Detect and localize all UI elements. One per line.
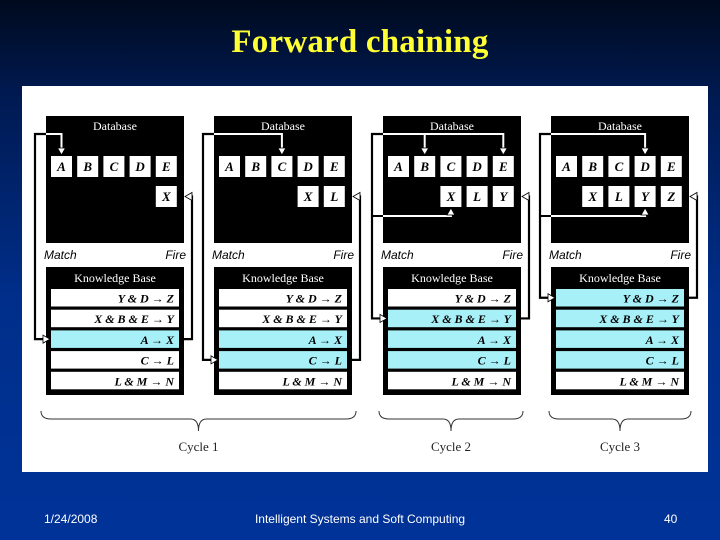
fact-label: D xyxy=(639,159,650,174)
database-label: Database xyxy=(93,119,137,133)
panel-3: Database A B C D E X L Y Match Fire Knowledge Base Y… xyxy=(370,116,531,395)
fire-path xyxy=(352,195,362,361)
diagram-canvas: DatabaseA B C D EXMatch FireKnowledge BaseY &… xyxy=(33,116,699,454)
fire-arrow-icon xyxy=(521,191,530,202)
fact-label: E xyxy=(498,159,508,174)
slide-number: 40 xyxy=(664,512,678,526)
fact-label: C xyxy=(110,159,119,174)
database-label: Database xyxy=(598,119,642,133)
fire-path xyxy=(184,195,194,341)
rule-text: L & M → N xyxy=(618,374,680,388)
fact-label: A xyxy=(224,159,234,174)
fact-label: A xyxy=(56,159,66,174)
rule-text: X & B & E → Y xyxy=(598,312,680,326)
rule-text: A → X xyxy=(308,333,343,347)
rule-text: C → L xyxy=(478,354,511,368)
fire-label: Fire xyxy=(165,248,186,262)
knowledge-base-label: Knowledge Base xyxy=(411,271,493,285)
database-label: Database xyxy=(430,119,474,133)
fact-label: X xyxy=(303,189,313,204)
footer-course-title: Intelligent Systems and Soft Computing xyxy=(254,512,466,526)
match-label: Match xyxy=(381,248,414,262)
match-path xyxy=(201,132,214,361)
fact-label: Y xyxy=(641,189,650,204)
fire-label: Fire xyxy=(670,248,691,262)
fact-label: A xyxy=(561,159,571,174)
fact-label: C xyxy=(615,159,624,174)
fact-label: B xyxy=(587,159,597,174)
rule-text: X & B & E → Y xyxy=(430,312,512,326)
knowledge-base-label: Knowledge Base xyxy=(579,271,661,285)
match-label: Match xyxy=(549,248,582,262)
rule-text: L & M → N xyxy=(281,374,343,388)
fact-label: D xyxy=(134,159,145,174)
cycle-label: Cycle 2 xyxy=(431,439,471,454)
match-path xyxy=(33,132,46,341)
rule-text: C → L xyxy=(309,354,342,368)
rule-text: X & B & E → Y xyxy=(261,312,343,326)
fact-label: A xyxy=(393,159,403,174)
forward-chaining-diagram: Database A B C D E X Match Fire Knowledge Base Y &… xyxy=(22,86,708,472)
cycle-label: Cycle 3 xyxy=(600,439,640,454)
rule-text: L & M → N xyxy=(113,374,175,388)
database-label: Database xyxy=(261,119,305,133)
fact-label: L xyxy=(329,189,338,204)
rule-text: A → X xyxy=(645,333,680,347)
rule-text: Y & D → Z xyxy=(118,292,175,306)
fire-arrow-icon xyxy=(352,191,361,202)
fire-label: Fire xyxy=(502,248,523,262)
rule-text: C → L xyxy=(141,354,174,368)
fact-label: B xyxy=(419,159,429,174)
knowledge-base-label: Knowledge Base xyxy=(242,271,324,285)
database-box xyxy=(46,116,184,243)
rule-text: L & M → N xyxy=(450,374,512,388)
fact-label: L xyxy=(614,189,623,204)
rule-text: X & B & E → Y xyxy=(93,312,175,326)
panel-4: Database A B C D E X L Y Z Match Fire Knowledge Base… xyxy=(538,116,699,395)
fact-label: C xyxy=(447,159,456,174)
match-path xyxy=(370,132,383,320)
fact-label: B xyxy=(250,159,260,174)
fact-label: D xyxy=(302,159,313,174)
fact-label: X xyxy=(446,189,456,204)
fire-arrow-icon xyxy=(689,191,698,202)
fact-label: Z xyxy=(666,189,675,204)
fact-label: E xyxy=(161,159,171,174)
fact-label: C xyxy=(278,159,287,174)
cycle-label: Cycle 1 xyxy=(178,439,218,454)
cycle-brace xyxy=(548,410,692,432)
rule-text: Y & D → Z xyxy=(455,292,512,306)
rule-text: A → X xyxy=(140,333,175,347)
rule-text: Y & D → Z xyxy=(623,292,680,306)
slide-title: Forward chaining xyxy=(231,24,489,60)
match-label: Match xyxy=(212,248,245,262)
rule-text: C → L xyxy=(646,354,679,368)
fact-label: B xyxy=(82,159,92,174)
fact-label: L xyxy=(472,189,481,204)
fire-arrow-icon xyxy=(184,191,193,202)
database-box xyxy=(383,116,521,243)
database-box xyxy=(214,116,352,243)
rule-text: A → X xyxy=(477,333,512,347)
fact-label: X xyxy=(587,189,597,204)
database-box xyxy=(551,116,689,243)
fact-label: E xyxy=(329,159,339,174)
match-label: Match xyxy=(44,248,77,262)
fact-label: D xyxy=(471,159,482,174)
cycle-brace xyxy=(40,410,357,432)
rule-text: Y & D → Z xyxy=(286,292,343,306)
fire-label: Fire xyxy=(333,248,354,262)
panel-2: Database A B C D E X L Match Fire Knowledge Base Y … xyxy=(201,116,362,395)
knowledge-base-label: Knowledge Base xyxy=(74,271,156,285)
fact-label: X xyxy=(161,189,171,204)
fact-label: E xyxy=(666,159,676,174)
cycle-brace xyxy=(378,410,524,432)
fact-label: Y xyxy=(499,189,508,204)
panel-1: Database A B C D EX Match Fire Knowledge Base Y &… xyxy=(33,116,194,395)
